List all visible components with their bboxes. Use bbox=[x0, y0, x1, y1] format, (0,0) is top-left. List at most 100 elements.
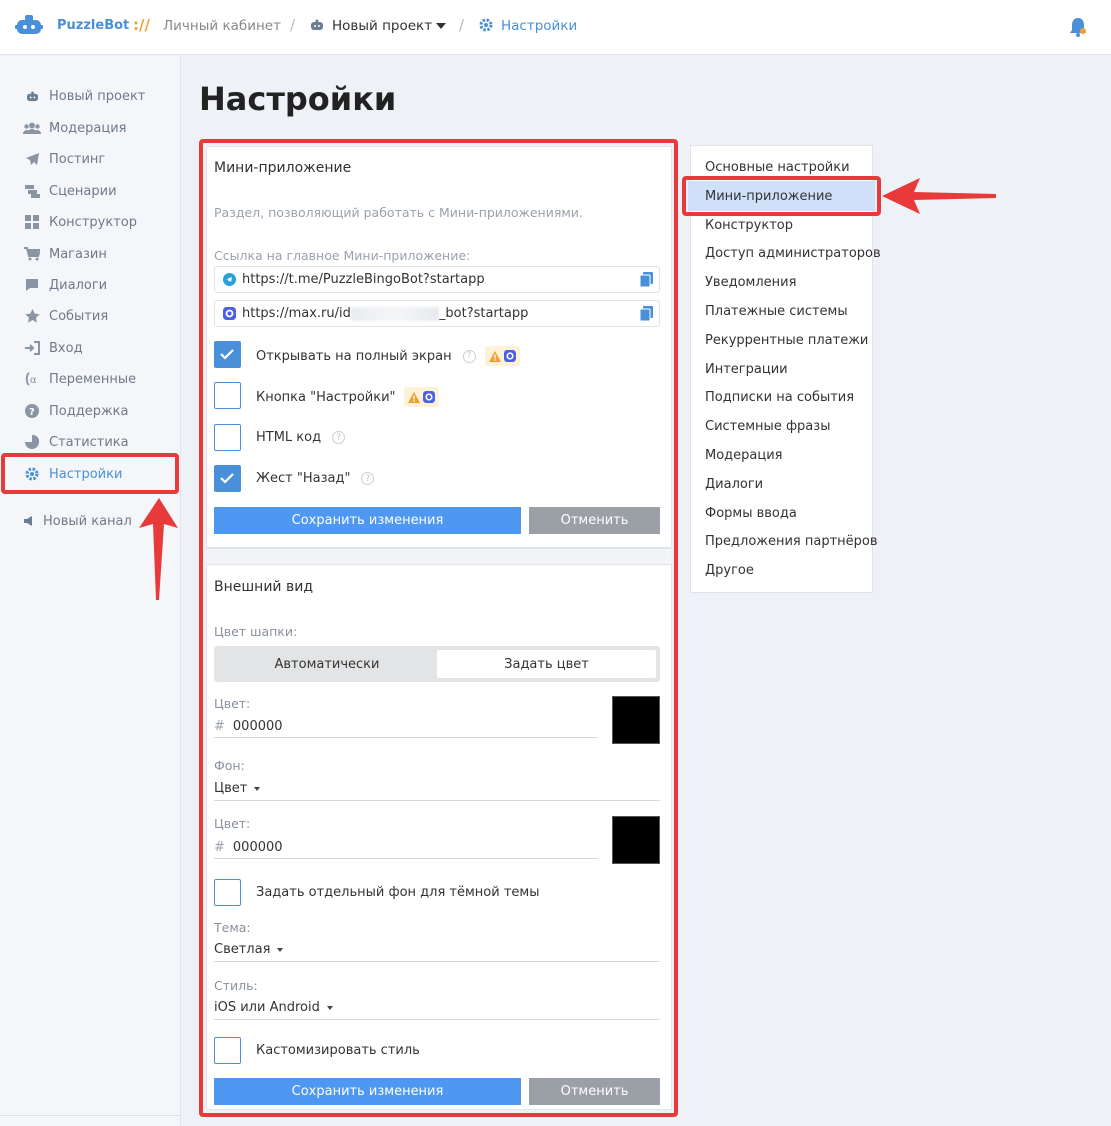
sidebar-item-dialogs[interactable]: Диалоги bbox=[23, 274, 107, 296]
color2-hex-input[interactable]: # 000000 bbox=[214, 837, 598, 859]
max-link-field[interactable]: https://max.ru/id _bot?startapp bbox=[214, 300, 660, 327]
settings-nav-item[interactable]: Диалоги bbox=[705, 477, 763, 492]
hash-symbol: # bbox=[214, 719, 225, 734]
red-arrow-left-icon bbox=[882, 178, 996, 214]
copy-icon[interactable] bbox=[639, 272, 653, 291]
brand-separator: :// bbox=[133, 16, 150, 34]
telegram-icon bbox=[223, 273, 236, 286]
sidebar-item-login[interactable]: Вход bbox=[23, 337, 83, 359]
background-select[interactable]: Цвет bbox=[214, 777, 660, 801]
fullscreen-label-text: Открывать на полный экран bbox=[256, 348, 452, 364]
color-hex-value: 000000 bbox=[232, 719, 283, 734]
sidebar-item-statistics[interactable]: Статистика bbox=[23, 431, 129, 453]
settings-nav-item[interactable]: Подписки на события bbox=[705, 390, 854, 405]
sidebar-item-label: Поддержка bbox=[49, 403, 129, 419]
sidebar-item-label: Постинг bbox=[49, 151, 106, 167]
save-button[interactable]: Сохранить изменения bbox=[214, 1078, 521, 1105]
style-select[interactable]: iOS или Android bbox=[214, 996, 660, 1020]
variable-icon: α bbox=[23, 371, 41, 387]
cancel-button[interactable]: Отменить bbox=[529, 507, 660, 534]
users-icon bbox=[23, 120, 41, 136]
header-color-label: Цвет шапки: bbox=[214, 624, 298, 639]
settings-nav-item[interactable]: Доступ администраторов bbox=[705, 246, 881, 261]
breadcrumb-settings[interactable]: Настройки bbox=[501, 18, 577, 34]
color2-swatch[interactable] bbox=[612, 816, 660, 864]
settings-nav-item[interactable]: Уведомления bbox=[705, 275, 796, 290]
color-hex-input[interactable]: # 000000 bbox=[214, 716, 598, 738]
theme-select[interactable]: Светлая bbox=[214, 938, 660, 962]
back-gesture-label: Жест "Назад" ? bbox=[256, 471, 375, 486]
breadcrumb-project[interactable]: Новый проект bbox=[332, 18, 432, 34]
html-code-label: HTML код ? bbox=[256, 430, 346, 445]
project-bot-icon bbox=[310, 19, 324, 35]
breadcrumb-cabinet[interactable]: Личный кабинет bbox=[163, 18, 281, 34]
cart-icon bbox=[23, 246, 41, 262]
color-swatch[interactable] bbox=[612, 696, 660, 744]
link-label: Ссылка на главное Мини-приложение: bbox=[214, 248, 471, 263]
sidebar-item-new-project[interactable]: Новый проект bbox=[23, 85, 145, 107]
telegram-link-field[interactable]: https://t.me/PuzzleBingoBot?startapp bbox=[214, 266, 660, 293]
settings-nav-item[interactable]: Интеграции bbox=[705, 362, 788, 377]
sidebar-item-events[interactable]: События bbox=[23, 305, 108, 327]
sidebar-item-variables[interactable]: α Переменные bbox=[23, 368, 136, 390]
new-channel-label: Новый канал bbox=[43, 513, 132, 529]
sidebar-item-posting[interactable]: Постинг bbox=[23, 148, 105, 170]
auto-color-option[interactable]: Автоматически bbox=[218, 650, 436, 678]
sidebar-item-constructor[interactable]: Конструктор bbox=[23, 211, 137, 233]
sidebar-item-shop[interactable]: Магазин bbox=[23, 243, 107, 265]
cancel-button[interactable]: Отменить bbox=[529, 1078, 660, 1105]
settings-nav-item-active[interactable]: Мини-приложение bbox=[705, 189, 832, 204]
theme-value: Светлая bbox=[214, 942, 271, 957]
back-gesture-checkbox[interactable] bbox=[214, 465, 241, 492]
red-arrow-up-icon bbox=[139, 498, 178, 600]
settings-nav-item[interactable]: Рекуррентные платежи bbox=[705, 333, 868, 348]
customize-style-label: Кастомизировать стиль bbox=[256, 1043, 420, 1058]
sidebar-item-scenarios[interactable]: Сценарии bbox=[23, 180, 117, 202]
question-icon: ? bbox=[23, 403, 41, 419]
html-code-checkbox[interactable] bbox=[214, 424, 241, 451]
checkmark-icon bbox=[220, 473, 234, 484]
help-icon[interactable]: ? bbox=[332, 431, 346, 444]
save-button[interactable]: Сохранить изменения bbox=[214, 507, 521, 534]
sidebar-new-channel[interactable]: Новый канал bbox=[23, 510, 132, 532]
copy-icon[interactable] bbox=[639, 306, 653, 325]
fullscreen-checkbox[interactable] bbox=[214, 341, 241, 368]
brand-name[interactable]: PuzzleBot bbox=[57, 18, 129, 33]
settings-button-label: Кнопка "Настройки" bbox=[256, 387, 439, 407]
background-value: Цвет bbox=[214, 781, 248, 796]
page-title: Настройки bbox=[199, 80, 397, 118]
sidebar-item-settings[interactable]: Настройки bbox=[23, 463, 122, 485]
settings-button-checkbox[interactable] bbox=[214, 382, 241, 409]
settings-nav-item[interactable]: Платежные системы bbox=[705, 304, 848, 319]
settings-nav-item[interactable]: Конструктор bbox=[705, 218, 793, 233]
star-icon bbox=[23, 308, 41, 324]
settings-nav-item[interactable]: Формы ввода bbox=[705, 506, 797, 521]
settings-nav-item[interactable]: Основные настройки bbox=[705, 160, 850, 175]
settings-button-label-text: Кнопка "Настройки" bbox=[256, 389, 396, 405]
color2-hex-value: 000000 bbox=[232, 840, 283, 855]
customize-style-checkbox[interactable] bbox=[214, 1037, 241, 1064]
sidebar-item-moderation[interactable]: Модерация bbox=[23, 117, 127, 139]
help-icon[interactable]: ? bbox=[361, 472, 375, 485]
sidebar-item-support[interactable]: ? Поддержка bbox=[23, 400, 129, 422]
style-value: iOS или Android bbox=[214, 1000, 320, 1015]
pie-icon bbox=[23, 434, 41, 450]
settings-nav-item[interactable]: Другое bbox=[705, 563, 754, 578]
breadcrumb-slash: / bbox=[290, 16, 296, 34]
settings-nav-item[interactable]: Модерация bbox=[705, 448, 783, 463]
custom-color-option[interactable]: Задать цвет bbox=[437, 650, 656, 678]
max-link-suffix: _bot?startapp bbox=[438, 306, 529, 321]
chevron-down-icon[interactable] bbox=[436, 23, 446, 29]
settings-nav-item[interactable]: Системные фразы bbox=[705, 419, 830, 434]
sidebar-item-label: Диалоги bbox=[49, 277, 108, 293]
svg-text:?: ? bbox=[29, 407, 35, 418]
sidebar-item-label: Модерация bbox=[49, 120, 127, 136]
caret-down-icon bbox=[277, 947, 284, 952]
puzzlebot-logo-icon[interactable] bbox=[15, 13, 43, 43]
dark-theme-bg-checkbox[interactable] bbox=[214, 879, 241, 906]
mini-app-description: Раздел, позволяющий работать с Мини-прил… bbox=[214, 205, 583, 220]
bell-icon[interactable] bbox=[1068, 16, 1088, 42]
settings-nav-item[interactable]: Предложения партнёров bbox=[705, 534, 878, 549]
help-icon[interactable]: ? bbox=[462, 349, 476, 363]
megaphone-icon bbox=[23, 513, 35, 529]
